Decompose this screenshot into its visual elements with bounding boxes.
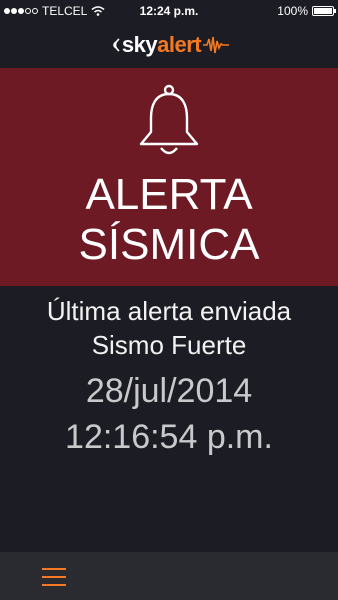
- signal-arc-icon: [113, 38, 120, 52]
- alert-time: 12:16:54 p.m.: [65, 418, 273, 456]
- app-header: sky alert: [0, 22, 338, 68]
- app-screen: TELCEL 12:24 p.m. 100% sky alert ALERTA …: [0, 0, 338, 600]
- battery-percent: 100%: [277, 4, 308, 18]
- status-right: 100%: [277, 4, 336, 18]
- status-bar: TELCEL 12:24 p.m. 100%: [0, 0, 338, 22]
- quake-type: Sismo Fuerte: [91, 330, 247, 360]
- bell-icon: [139, 84, 199, 155]
- logo-text-alert: alert: [157, 32, 202, 57]
- bottom-bar: [0, 552, 338, 600]
- battery-icon: [312, 6, 336, 16]
- bell-wrap: [0, 84, 338, 160]
- seismograph-icon: [203, 36, 230, 54]
- logo-text-sky: sky: [121, 32, 158, 57]
- hamburger-menu-icon[interactable]: [42, 566, 66, 588]
- alert-title-line1: ALERTA: [85, 170, 253, 219]
- alert-title-line2: SÍSMICA: [78, 220, 260, 269]
- skyalert-logo: sky alert: [109, 32, 230, 58]
- last-alert-label: Última alerta enviada: [46, 296, 292, 326]
- alert-banner: ALERTA SÍSMICA: [0, 68, 338, 286]
- alert-date: 28/jul/2014: [85, 372, 253, 410]
